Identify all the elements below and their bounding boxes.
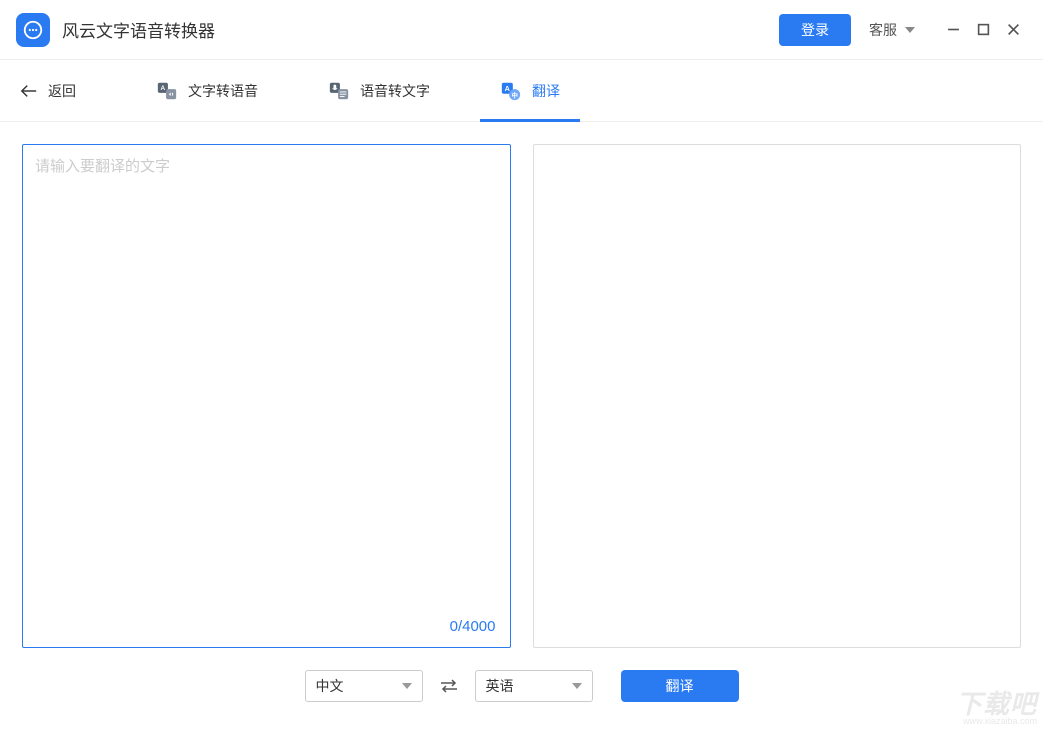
- source-language-select[interactable]: 中文: [305, 670, 423, 702]
- tab-label: 文字转语音: [188, 81, 258, 101]
- translate-icon: A 中: [500, 80, 522, 102]
- source-language-label: 中文: [316, 676, 344, 696]
- watermark-sub: www.xiazaiba.com: [956, 717, 1037, 726]
- svg-text:A: A: [161, 85, 166, 92]
- controls-bar: 中文 英语 翻译: [0, 670, 1043, 714]
- back-label: 返回: [48, 81, 76, 101]
- nav-bar: 返回 A 文字转语音 语音转文字: [0, 60, 1043, 122]
- target-language-select[interactable]: 英语: [475, 670, 593, 702]
- svg-text:A: A: [505, 84, 511, 93]
- swap-icon: [439, 678, 459, 694]
- chevron-down-icon: [572, 683, 582, 689]
- tab-speech-to-text[interactable]: 语音转文字: [308, 60, 450, 122]
- app-title: 风云文字语音转换器: [62, 17, 215, 42]
- tab-text-to-speech[interactable]: A 文字转语音: [136, 60, 278, 122]
- minimize-button[interactable]: [939, 16, 967, 44]
- input-pane: 0/4000: [22, 144, 511, 648]
- tab-label: 翻译: [532, 81, 560, 101]
- content-area: 0/4000: [0, 122, 1043, 670]
- target-language-label: 英语: [486, 676, 514, 696]
- text-to-speech-icon: A: [156, 80, 178, 102]
- title-bar: 风云文字语音转换器 登录 客服: [0, 0, 1043, 60]
- output-pane: [533, 144, 1022, 648]
- arrow-left-icon: [20, 84, 38, 98]
- maximize-button[interactable]: [969, 16, 997, 44]
- back-button[interactable]: 返回: [20, 81, 76, 101]
- source-textarea[interactable]: [35, 155, 498, 615]
- app-logo: [16, 13, 50, 47]
- translate-button[interactable]: 翻译: [621, 670, 739, 702]
- swap-languages-button[interactable]: [437, 674, 461, 698]
- tab-label: 语音转文字: [360, 81, 430, 101]
- close-button[interactable]: [999, 16, 1027, 44]
- tab-translate[interactable]: A 中 翻译: [480, 60, 580, 122]
- chevron-down-icon: [402, 683, 412, 689]
- chevron-down-icon[interactable]: [905, 27, 915, 33]
- svg-text:中: 中: [511, 90, 517, 99]
- speech-to-text-icon: [328, 80, 350, 102]
- char-counter: 0/4000: [450, 618, 496, 635]
- login-button[interactable]: 登录: [779, 14, 851, 46]
- customer-service-link[interactable]: 客服: [869, 20, 897, 40]
